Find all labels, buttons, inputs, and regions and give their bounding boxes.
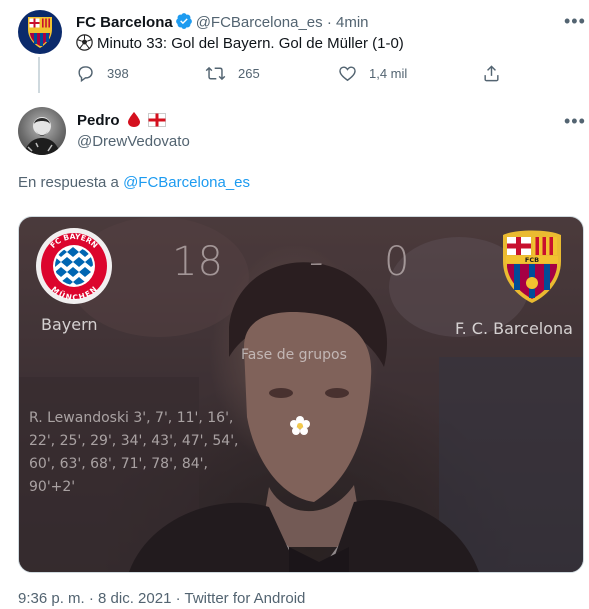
tweet-meta: 9:36 p. m. · 8 dic. 2021 · Twitter for A… [18,590,306,607]
parent-tweet-text: Minuto 33: Gol del Bayern. Gol de Müller… [97,35,404,52]
like-count: 1,4 mil [369,66,408,81]
fcb-crest-icon [28,17,52,48]
barcelona-crest-icon: FCB [503,230,561,303]
replying-to-line: En respuesta a @FCBarcelona_es [18,174,250,191]
bayern-crest-icon: FC BAYERN MÜNCHEN [36,228,112,304]
parent-tweet-actions: 398 265 1,4 mil [76,64,506,86]
like-button[interactable]: 1,4 mil [338,64,407,83]
retweet-icon [205,66,226,81]
parent-tweet-text-row: Minuto 33: Gol del Bayern. Gol de Müller… [76,34,404,55]
score-left: 18 [172,239,223,285]
more-icon[interactable]: ••• [564,12,586,30]
flower-icon [289,415,311,442]
replying-to-handle-link[interactable]: @FCBarcelona_es [123,174,250,191]
goals-list: R. Lewandoski 3', 7', 11', 16', 22', 25'… [29,410,239,495]
parent-author-handle[interactable]: @FCBarcelona_es [196,14,323,31]
tweet-image[interactable]: FC BAYERN MÜNCHEN Bayern 18 - 0 FCB F. C… [18,216,584,573]
left-team-name: Bayern [41,315,98,334]
share-button[interactable] [482,64,513,83]
soccer-ball-icon [76,34,93,55]
score-separator: - [309,239,324,285]
parent-author-name[interactable]: FC Barcelona [76,14,173,31]
person-silhouette-icon [24,117,60,155]
fcb-logo-text: FCB [525,256,539,264]
reply-author-name[interactable]: Pedro [77,112,120,129]
thread-connector-line [38,57,40,93]
score-right: 0 [384,239,410,285]
bayern-logo: FC BAYERN MÜNCHEN [35,227,113,310]
right-team-name: F. C. Barcelona [455,319,573,338]
pedro-avatar[interactable] [18,107,66,155]
reply-button[interactable]: 398 [76,64,129,83]
parent-tweet-header: FC Barcelona @FCBarcelona_es · 4min [76,12,369,34]
red-cross-flag-icon [147,113,166,131]
reply-author-handle[interactable]: @DrewVedovato [77,133,190,150]
blood-drop-icon [127,112,140,131]
reply-author-name-row: Pedro [77,112,166,131]
fc-barcelona-avatar[interactable] [18,10,62,54]
reply-count: 398 [107,66,129,81]
like-icon [339,66,356,82]
share-icon [484,65,499,82]
header-separator: · [326,14,332,31]
parent-tweet-time[interactable]: 4min [336,14,369,31]
reply-icon [78,66,93,83]
barcelona-logo: FCB [497,227,567,310]
reply-more-icon[interactable]: ••• [564,112,586,130]
phase-label: Fase de grupos [241,347,347,363]
reply-prefix: En respuesta a [18,174,119,191]
verified-badge-icon [175,12,193,34]
retweet-count: 265 [238,66,260,81]
retweet-button[interactable]: 265 [205,64,260,83]
